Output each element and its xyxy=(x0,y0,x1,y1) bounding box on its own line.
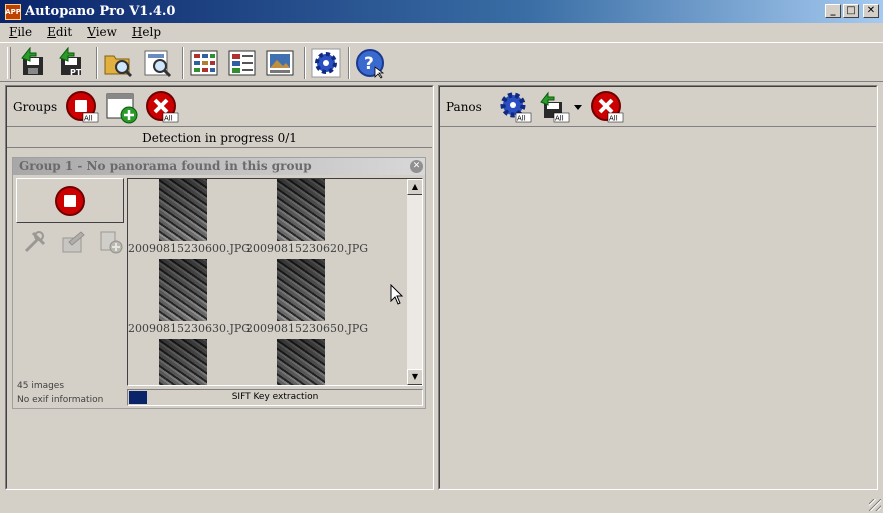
search-images-icon xyxy=(144,50,172,78)
svg-text:All: All xyxy=(555,114,564,122)
toolbar-separator xyxy=(348,47,350,79)
list-item[interactable] xyxy=(246,339,356,385)
svg-text:All: All xyxy=(164,114,173,122)
stop-detection-button[interactable] xyxy=(16,178,124,223)
list-item[interactable]: 20090815230630.JPG xyxy=(128,259,251,335)
remove-all-icon: All xyxy=(591,90,624,122)
toolbar-separator xyxy=(182,47,184,79)
stop-icon xyxy=(55,185,85,216)
view-detail-button[interactable] xyxy=(226,47,258,79)
new-group-button[interactable] xyxy=(105,90,139,124)
settings-button[interactable] xyxy=(310,47,342,79)
close-group-icon[interactable]: ✕ xyxy=(410,160,423,173)
toolbar-separator xyxy=(96,47,98,79)
view-detail-icon xyxy=(228,50,256,76)
list-item[interactable] xyxy=(128,339,238,385)
exif-info: No exif information xyxy=(17,395,104,405)
new-group-icon xyxy=(106,93,138,123)
svg-text:?: ? xyxy=(364,54,374,74)
help-button[interactable]: ? xyxy=(354,47,386,79)
search-images-button[interactable] xyxy=(142,47,174,79)
export-all-icon: All xyxy=(540,91,582,122)
remove-all-panos-button[interactable]: All xyxy=(590,90,624,124)
image-count: 45 images xyxy=(17,381,65,391)
list-item[interactable]: 20090815230620.JPG xyxy=(246,179,369,255)
progress-bar: SIFT Key extraction xyxy=(127,389,423,406)
close-button[interactable]: ✕ xyxy=(863,4,879,18)
minimize-button[interactable]: _ xyxy=(825,4,841,18)
toolbar: PT ? xyxy=(0,42,883,82)
thumbnail-image xyxy=(159,259,207,321)
thumbnail-label: 20090815230600.JPG xyxy=(128,242,251,255)
scroll-up-button[interactable]: ▲ xyxy=(407,179,422,195)
svg-text:All: All xyxy=(84,114,93,122)
svg-text:All: All xyxy=(609,114,618,122)
settings-gear-icon xyxy=(311,48,341,78)
thumbnail-label: 20090815230630.JPG xyxy=(128,322,251,335)
edit-group-icon[interactable] xyxy=(61,230,85,254)
remove-all-icon: All xyxy=(146,90,179,122)
thumbnail-list[interactable]: 20090815230600.JPG 20090815230620.JPG 20… xyxy=(127,178,423,386)
list-item[interactable]: 20090815230650.JPG xyxy=(246,259,369,335)
render-all-gear-icon: All xyxy=(500,92,532,122)
add-images-icon[interactable] xyxy=(99,230,123,254)
view-preview-button[interactable] xyxy=(264,47,296,79)
save-button[interactable] xyxy=(18,46,50,79)
menu-view[interactable]: View xyxy=(78,25,123,39)
save-icon xyxy=(21,46,43,75)
svg-text:PT: PT xyxy=(70,68,82,77)
export-pt-icon: PT xyxy=(59,46,82,77)
scroll-down-button[interactable]: ▼ xyxy=(407,369,422,385)
menu-help[interactable]: Help xyxy=(123,25,167,39)
view-list-icon xyxy=(190,50,218,76)
thumbnail-label: 20090815230650.JPG xyxy=(246,322,369,335)
menu-edit[interactable]: Edit xyxy=(38,25,78,39)
toolbar-grip[interactable] xyxy=(7,47,11,79)
render-all-button[interactable]: All xyxy=(498,90,532,124)
panos-panel: Panos All All All xyxy=(438,85,878,490)
export-pt-button[interactable]: PT xyxy=(56,46,88,79)
stop-all-groups-button[interactable]: All xyxy=(65,90,99,124)
open-folder-button[interactable] xyxy=(102,47,134,79)
thumbnail-image xyxy=(277,339,325,385)
thumbnail-image xyxy=(277,259,325,321)
panos-label: Panos xyxy=(446,99,482,114)
thumbnail-image xyxy=(159,179,207,241)
groups-header: Groups All All xyxy=(7,87,432,127)
maximize-button[interactable]: □ xyxy=(843,4,859,18)
toolbar-separator xyxy=(304,47,306,79)
view-preview-icon xyxy=(266,50,294,76)
menu-bar: File Edit View Help xyxy=(0,23,883,41)
groups-panel: Groups All All Detection in progress 0/1… xyxy=(5,85,434,490)
app-icon[interactable]: APP xyxy=(5,3,21,20)
group-title-text: Group 1 - No panorama found in this grou… xyxy=(19,159,312,173)
mouse-cursor-icon xyxy=(390,284,404,305)
progress-label: SIFT Key extraction xyxy=(231,392,319,402)
thumbnail-image xyxy=(277,179,325,241)
view-list-button[interactable] xyxy=(188,47,220,79)
thumbnail-image xyxy=(159,339,207,385)
help-icon: ? xyxy=(356,49,385,79)
tools-icon[interactable] xyxy=(23,230,47,254)
list-item[interactable]: 20090815230600.JPG xyxy=(128,179,251,255)
menu-file[interactable]: File xyxy=(0,25,38,39)
panos-header: Panos All All All xyxy=(440,87,876,127)
detection-status: Detection in progress 0/1 xyxy=(7,128,432,148)
window-title: Autopano Pro V1.4.0 xyxy=(25,4,176,19)
remove-all-groups-button[interactable]: All xyxy=(145,90,179,124)
stop-all-icon: All xyxy=(66,90,99,122)
chevron-down-icon xyxy=(574,104,582,110)
svg-text:All: All xyxy=(517,114,526,122)
resize-grip[interactable] xyxy=(869,499,881,511)
title-bar: APP Autopano Pro V1.4.0 _ □ ✕ xyxy=(0,0,883,23)
thumbnail-label: 20090815230620.JPG xyxy=(246,242,369,255)
export-all-dropdown[interactable]: All xyxy=(538,90,584,124)
open-folder-icon xyxy=(104,55,133,78)
group-title: Group 1 - No panorama found in this grou… xyxy=(13,158,425,175)
groups-label: Groups xyxy=(13,99,58,114)
group-card: Group 1 - No panorama found in this grou… xyxy=(12,157,426,409)
vertical-scrollbar[interactable]: ▲ ▼ xyxy=(406,179,422,385)
